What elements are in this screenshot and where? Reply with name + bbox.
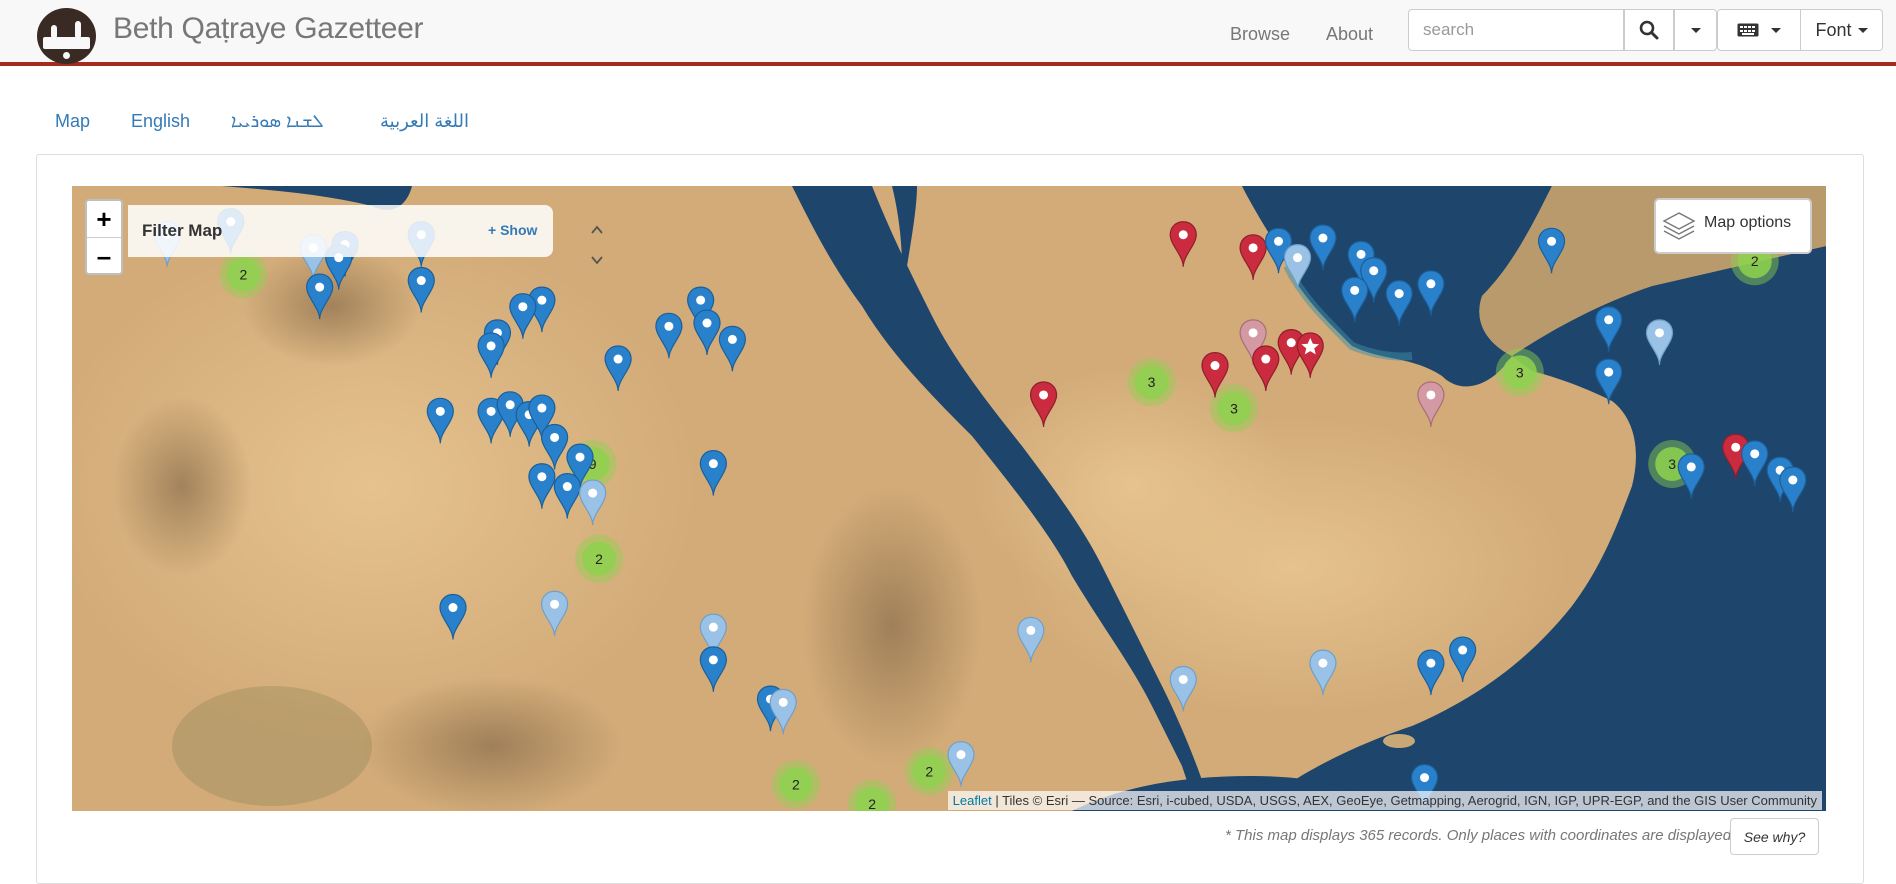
caret-down-icon bbox=[1857, 27, 1868, 33]
map-marker-icon[interactable] bbox=[509, 293, 537, 339]
keyboard-button[interactable] bbox=[1717, 9, 1801, 51]
tab-arabic[interactable]: اللغة العربية bbox=[380, 111, 469, 132]
map-marker-icon[interactable] bbox=[306, 273, 334, 320]
search-input[interactable] bbox=[1408, 9, 1624, 51]
map-marker-icon[interactable] bbox=[1417, 270, 1445, 316]
map-marker-icon[interactable] bbox=[1283, 244, 1312, 290]
nav-about[interactable]: About bbox=[1326, 24, 1373, 45]
map-marker-icon[interactable] bbox=[1309, 224, 1337, 271]
cluster-count: 3 bbox=[1668, 456, 1676, 472]
map-options-label: Map options bbox=[1704, 214, 1792, 231]
map-marker-icon[interactable] bbox=[1537, 227, 1566, 274]
map-container[interactable]: 22333392222 + – Filter Map + Show Map op… bbox=[72, 186, 1826, 811]
cluster-count: 3 bbox=[1230, 400, 1238, 416]
attribution-text: | Tiles © Esri — Source: Esri, i-cubed, … bbox=[991, 793, 1817, 808]
site-logo[interactable] bbox=[37, 8, 96, 64]
map-marker-icon[interactable] bbox=[541, 423, 569, 470]
filter-map-title: Filter Map bbox=[142, 221, 223, 240]
marker-cluster[interactable]: 3 bbox=[1495, 348, 1544, 397]
map-marker-icon[interactable] bbox=[1029, 381, 1058, 428]
search-options-dropdown[interactable] bbox=[1674, 9, 1717, 51]
tab-syriac[interactable]: ܠܫܢܐ ܣܘܪܝܝܐ bbox=[231, 111, 324, 132]
cluster-count: 2 bbox=[595, 551, 603, 567]
map-options-button[interactable]: Map options bbox=[1654, 198, 1812, 254]
map-marker-icon[interactable] bbox=[426, 397, 454, 444]
caret-down-icon bbox=[1690, 27, 1701, 33]
map-marker-icon[interactable] bbox=[769, 688, 797, 735]
map-marker-icon[interactable] bbox=[947, 741, 975, 787]
records-note: * This map displays 365 records. Only pl… bbox=[1225, 827, 1736, 844]
filter-scrollbar[interactable] bbox=[588, 223, 606, 278]
map-marker-icon[interactable] bbox=[528, 463, 556, 509]
cluster-count: 2 bbox=[792, 776, 800, 792]
cluster-count: 2 bbox=[868, 796, 876, 811]
map-marker-icon[interactable] bbox=[1169, 665, 1197, 712]
map-marker-icon[interactable] bbox=[718, 325, 747, 372]
font-dropdown[interactable]: Font bbox=[1801, 9, 1883, 51]
map-marker-icon[interactable] bbox=[1309, 649, 1337, 696]
map-marker-icon[interactable] bbox=[1645, 319, 1674, 365]
see-why-button[interactable]: See why? bbox=[1730, 818, 1819, 855]
map-marker-icon[interactable] bbox=[693, 309, 721, 356]
map-marker-icon[interactable] bbox=[477, 332, 505, 378]
tab-map[interactable]: Map bbox=[55, 111, 90, 132]
search-icon bbox=[1639, 20, 1659, 40]
star-marker-icon[interactable] bbox=[1296, 332, 1324, 378]
site-title[interactable]: Beth Qaṭraye Gazetteer bbox=[113, 12, 424, 46]
map-marker-icon[interactable] bbox=[1595, 358, 1623, 405]
marker-cluster[interactable]: 2 bbox=[219, 250, 268, 299]
map-marker-icon[interactable] bbox=[1677, 453, 1705, 499]
map-marker-icon[interactable] bbox=[604, 345, 632, 392]
keyboard-icon bbox=[1737, 23, 1759, 37]
caret-down-icon bbox=[1771, 27, 1781, 33]
tab-english[interactable]: English bbox=[131, 111, 190, 132]
map-marker-icon[interactable] bbox=[553, 472, 581, 519]
map-marker-icon[interactable] bbox=[1385, 280, 1413, 326]
marker-cluster[interactable]: 2 bbox=[771, 760, 820, 809]
map-marker-icon[interactable] bbox=[1169, 221, 1197, 267]
cluster-count: 2 bbox=[240, 266, 248, 282]
cluster-count: 3 bbox=[1148, 374, 1156, 390]
font-label: Font bbox=[1815, 19, 1852, 40]
map-marker-icon[interactable] bbox=[1741, 440, 1769, 486]
marker-cluster[interactable]: 3 bbox=[1210, 384, 1259, 433]
marker-cluster[interactable]: 3 bbox=[1127, 358, 1176, 407]
map-marker-icon[interactable] bbox=[1449, 636, 1477, 683]
marker-layer[interactable]: 22333392222 bbox=[72, 186, 1826, 811]
scroll-arrows-icon bbox=[591, 225, 603, 265]
map-marker-icon[interactable] bbox=[1341, 276, 1369, 323]
map-marker-icon[interactable] bbox=[655, 312, 683, 359]
map-marker-icon[interactable] bbox=[699, 646, 727, 692]
map-marker-icon[interactable] bbox=[699, 450, 727, 496]
map-marker-icon[interactable] bbox=[1252, 345, 1280, 392]
nav-browse[interactable]: Browse bbox=[1230, 24, 1290, 45]
map-marker-icon[interactable] bbox=[1779, 466, 1807, 513]
zoom-out-button[interactable]: – bbox=[87, 238, 121, 274]
search-button[interactable] bbox=[1624, 9, 1674, 51]
map-marker-icon[interactable] bbox=[407, 266, 435, 313]
marker-cluster[interactable]: 2 bbox=[905, 747, 954, 796]
cluster-count: 3 bbox=[1516, 364, 1524, 380]
filter-map-panel: Filter Map + Show bbox=[128, 205, 603, 265]
marker-cluster[interactable]: 2 bbox=[848, 780, 897, 811]
zoom-in-button[interactable]: + bbox=[87, 201, 121, 238]
marker-cluster[interactable]: 2 bbox=[575, 534, 624, 583]
map-marker-icon[interactable] bbox=[439, 593, 467, 640]
zoom-control: + – bbox=[85, 199, 123, 275]
map-marker-icon[interactable] bbox=[1417, 649, 1445, 696]
map-marker-icon[interactable] bbox=[1017, 616, 1045, 663]
cluster-count: 2 bbox=[1751, 253, 1759, 269]
filter-show-link[interactable]: + Show bbox=[488, 222, 537, 238]
map-marker-icon[interactable] bbox=[1417, 381, 1445, 428]
map-marker-icon[interactable] bbox=[541, 590, 569, 637]
map-marker-icon[interactable] bbox=[1239, 234, 1267, 280]
cluster-count: 2 bbox=[925, 763, 933, 779]
map-marker-icon[interactable] bbox=[579, 479, 607, 526]
map-marker-icon[interactable] bbox=[1595, 306, 1623, 352]
layers-icon bbox=[1662, 212, 1696, 240]
navbar: Beth Qaṭraye Gazetteer Browse About Font bbox=[0, 0, 1896, 66]
map-attribution: Leaflet | Tiles © Esri — Source: Esri, i… bbox=[947, 791, 1822, 810]
leaflet-link[interactable]: Leaflet bbox=[953, 793, 992, 808]
